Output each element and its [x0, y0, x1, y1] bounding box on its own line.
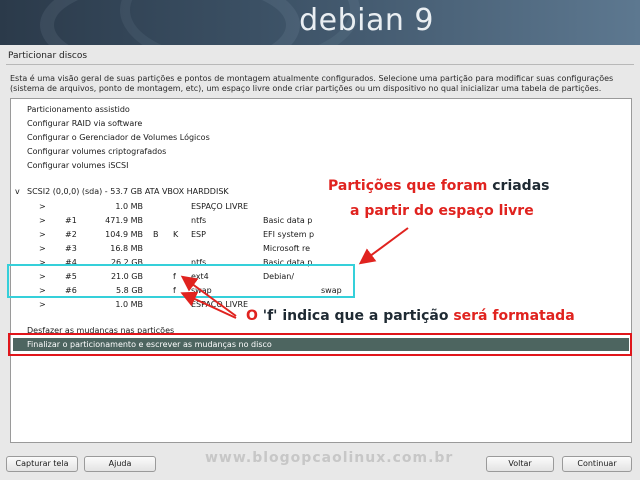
partition-row[interactable]: > #3 16.8 MB Microsoft re	[11, 242, 631, 255]
partition-row[interactable]: > #1 471.9 MB ntfs Basic data p	[11, 214, 631, 227]
debian-logo-text: debian 9	[299, 3, 434, 38]
menu-item-raid[interactable]: Configurar RAID via software	[11, 117, 631, 130]
blog-watermark: www.blogopcaolinux.com.br	[205, 450, 454, 466]
menu-item-iscsi[interactable]: Configurar volumes iSCSI	[11, 159, 631, 172]
expand-arrow-icon: v	[15, 187, 20, 196]
partition-row[interactable]: > #2 104.9 MB B K ESP EFI system p	[11, 228, 631, 241]
back-button[interactable]: Voltar	[486, 456, 554, 472]
annotation-created-line1: Partições que foram criadas	[328, 178, 550, 194]
installer-banner: debian 9	[0, 0, 640, 45]
continue-button[interactable]: Continuar	[562, 456, 632, 472]
page-description: Esta é uma visão geral de suas partições…	[10, 74, 614, 93]
created-partitions-highlight	[7, 264, 355, 298]
annotation-format-flag: O 'f' indica que a partição será formata…	[246, 308, 575, 324]
menu-item-encrypted-volumes[interactable]: Configurar volumes criptografados	[11, 145, 631, 158]
screenshot-button[interactable]: Capturar tela	[6, 456, 78, 472]
help-button[interactable]: Ajuda	[84, 456, 156, 472]
title-divider	[6, 64, 634, 65]
finish-item-highlight	[8, 333, 632, 356]
menu-item-guided-partitioning[interactable]: Particionamento assistido	[11, 103, 631, 116]
partition-row[interactable]: > 1.0 MB ESPAÇO LIVRE	[11, 200, 631, 213]
page-title: Particionar discos	[8, 51, 88, 61]
annotation-created-line2: a partir do espaço livre	[350, 203, 534, 219]
menu-item-lvm[interactable]: Configurar o Gerenciador de Volumes Lógi…	[11, 131, 631, 144]
